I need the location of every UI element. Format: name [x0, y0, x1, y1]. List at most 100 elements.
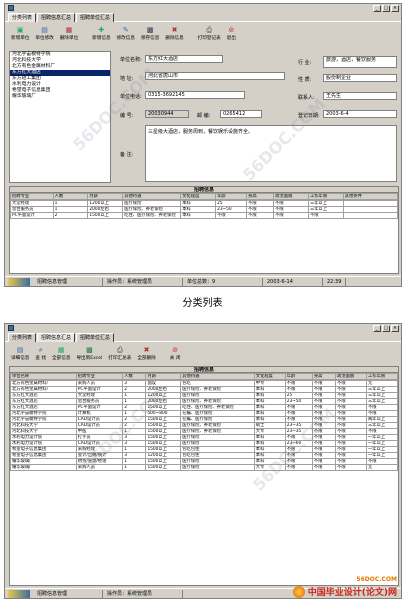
table-cell: 2: [52, 212, 89, 219]
table-cell: 不限: [215, 212, 248, 219]
add-info-button[interactable]: ✚ 新增信息: [89, 26, 113, 41]
column-header[interactable]: 文化程度: [180, 193, 217, 200]
nature-label: 性 质:: [298, 77, 312, 83]
save-info-button[interactable]: ▩ 保存信息: [138, 26, 162, 41]
column-header[interactable]: 月薪: [145, 373, 182, 380]
title-bar: _ □ ×: [5, 324, 401, 333]
column-header[interactable]: 身高: [246, 193, 275, 200]
unit-list-window: _ □ × 分类列表 招聘信息汇总 招聘单位汇总 ▣ 新增单位 ▤ 单位修改 ▦ 删除…: [4, 3, 402, 287]
app-icon: [8, 325, 14, 331]
column-header[interactable]: 年龄: [284, 373, 313, 380]
column-header[interactable]: 文化程度: [253, 373, 286, 380]
table-header-row: 招聘专业 人数 月薪 其他待遇 文化程度 年龄 身高 政治面貌 工作年限 其他条…: [10, 193, 398, 200]
edit-unit-button[interactable]: ▤ 单位修改: [32, 26, 56, 41]
all-info-button[interactable]: ▦ 全部信息: [49, 346, 73, 361]
table-row[interactable]: 耀华玻璃厂 采购人员 1 1500以上 医疗保险 大专 不限 不限 不限无: [10, 464, 398, 471]
tab-job-summary[interactable]: 招聘信息汇总: [37, 333, 76, 342]
nature-field[interactable]: 股份制企业: [323, 74, 397, 82]
tab-job-summary[interactable]: 招聘信息汇总: [37, 13, 76, 22]
table-cell: 1500以上: [87, 212, 124, 219]
brand-site: 56DOC.COM: [356, 576, 397, 583]
column-header[interactable]: 其他待遇: [180, 373, 255, 380]
add-unit-icon: ▣: [16, 26, 24, 34]
search-icon: ⌕: [38, 346, 43, 354]
list-item[interactable]: 耀华玻璃厂: [10, 94, 110, 100]
phone-field[interactable]: 0315-3692145: [145, 91, 245, 99]
tab-unit-summary[interactable]: 招聘单位汇总: [76, 13, 115, 22]
tab-category-list[interactable]: 分类列表: [8, 13, 37, 22]
print-form-button[interactable]: ⎙ 打印登记表: [195, 26, 224, 41]
column-header[interactable]: 工作年限: [365, 373, 398, 380]
date-field[interactable]: 2003-6-4: [323, 110, 397, 118]
status-module: 招聘信息管理: [33, 277, 103, 286]
close-button[interactable]: ×: [391, 325, 399, 332]
column-header[interactable]: 人数: [122, 373, 147, 380]
id-field: 20030944: [145, 110, 189, 118]
detail-button[interactable]: ▤ 详细信息: [8, 346, 32, 361]
job-table-body: 大堂经理 1 1200以上 医疗保险 本科 25 不限 不限 三年以上 总台服务员 1 2000左右医…: [10, 200, 398, 219]
summary-table-header: 单位名称 招聘专业 人数 月薪 其他待遇 文化程度 年龄 身高 政治面貌 工作年…: [10, 373, 398, 380]
status-operator: 操作员：系统管理员: [103, 589, 183, 598]
column-header[interactable]: 单位名称: [10, 373, 77, 380]
column-header[interactable]: 人数: [52, 193, 89, 200]
status-unit-count: 单位总数：9: [183, 277, 263, 286]
tab-category-list[interactable]: 分类列表: [8, 333, 37, 342]
excel-icon: ▩: [86, 346, 93, 354]
job-summary-window: _ □ × 分类列表 招聘信息汇总 招聘单位汇总 ▤ 详细信息 ⌕ 查 找 ▦ 全部信…: [4, 323, 402, 599]
exit-button[interactable]: ⊘ 退出: [224, 26, 239, 41]
close-button[interactable]: ×: [391, 5, 399, 12]
edit-info-icon: ✎: [122, 26, 129, 34]
unit-name-field[interactable]: 东方红大酒店: [145, 55, 223, 63]
column-header[interactable]: 工作年限: [307, 193, 344, 200]
column-header[interactable]: 月薪: [87, 193, 124, 200]
column-header[interactable]: 其他条件: [342, 193, 398, 200]
brand-text: 中国毕业设计(论文)网: [307, 588, 397, 598]
exit-icon: ⊘: [228, 26, 235, 34]
table-cell: 医疗保险: [180, 464, 255, 471]
remark-label: 备 注:: [120, 152, 134, 158]
delete-unit-button[interactable]: ▦ 删除单位: [57, 26, 81, 41]
column-header[interactable]: 身高: [311, 373, 337, 380]
delete-all-button[interactable]: ✖ 全部删除: [134, 346, 158, 361]
toolbar: ▣ 新增单位 ▤ 单位修改 ▦ 删除单位 ✚ 新增信息 ✎ 修改信息 ▩ 保存信息 ✖ 删除信…: [5, 22, 401, 42]
table-cell: 1: [122, 464, 147, 471]
maximize-button[interactable]: □: [382, 325, 390, 332]
print-summary-button[interactable]: ⎙ 打印汇总表: [105, 346, 134, 361]
export-excel-button[interactable]: ▩ 导出到Excel: [73, 346, 105, 361]
table-cell: 吃住、医疗保险、养老保险: [122, 212, 182, 219]
table-row[interactable]: PC平面设计 2 1500以上 吃住、医疗保险、养老保险 本科 不限 不限 不限 不限: [10, 212, 398, 219]
maximize-button[interactable]: □: [382, 5, 390, 12]
add-unit-button[interactable]: ▣ 新增单位: [8, 26, 32, 41]
table-cell: 本科: [180, 212, 217, 219]
status-bar: 招聘信息管理 操作员：系统管理员 单位总数：9 2003-6-14 22:39: [5, 276, 401, 286]
industry-label: 行 业:: [298, 60, 312, 66]
close-window-button[interactable]: ⊘ 关 闭: [167, 346, 184, 361]
column-header[interactable]: 政治面貌: [273, 193, 309, 200]
table-cell: 无: [365, 464, 398, 471]
delete-unit-icon: ▦: [65, 26, 73, 34]
table-cell: 不限: [246, 212, 275, 219]
delete-info-icon: ✖: [171, 26, 178, 34]
address-field[interactable]: 河北省唐山市: [145, 72, 285, 80]
toolbar: ▤ 详细信息 ⌕ 查 找 ▦ 全部信息 ▩ 导出到Excel ⎙ 打印汇总表 ✖ 全部删除 …: [5, 342, 401, 362]
column-header[interactable]: 年龄: [215, 193, 248, 200]
column-header[interactable]: 招聘专业: [10, 193, 54, 200]
zip-field[interactable]: 0265412: [220, 110, 262, 118]
tab-strip: 分类列表 招聘信息汇总 招聘单位汇总: [5, 333, 401, 342]
search-button[interactable]: ⌕ 查 找: [32, 346, 49, 361]
column-header[interactable]: 招聘专业: [75, 373, 124, 380]
minimize-button[interactable]: _: [373, 5, 381, 12]
industry-field[interactable]: 旅游，酒店，餐饮服务: [323, 56, 397, 68]
status-module: 招聘信息管理: [33, 589, 103, 598]
logo-icon: [8, 589, 30, 598]
table-cell: [342, 212, 398, 219]
save-icon: ▩: [146, 26, 154, 34]
job-summary-grid: 招聘信息 单位名称 招聘专业 人数 月薪 其他待遇 文化程度 年龄 身高 政治面…: [9, 366, 399, 586]
delete-info-button[interactable]: ✖ 删除信息: [162, 26, 186, 41]
column-header[interactable]: 其他待遇: [122, 193, 182, 200]
edit-info-button[interactable]: ✎ 修改信息: [114, 26, 138, 41]
tab-unit-summary[interactable]: 招聘单位汇总: [76, 333, 115, 342]
contact-field[interactable]: 王先生: [323, 92, 397, 100]
column-header[interactable]: 政治面貌: [335, 373, 367, 380]
minimize-button[interactable]: _: [373, 325, 381, 332]
